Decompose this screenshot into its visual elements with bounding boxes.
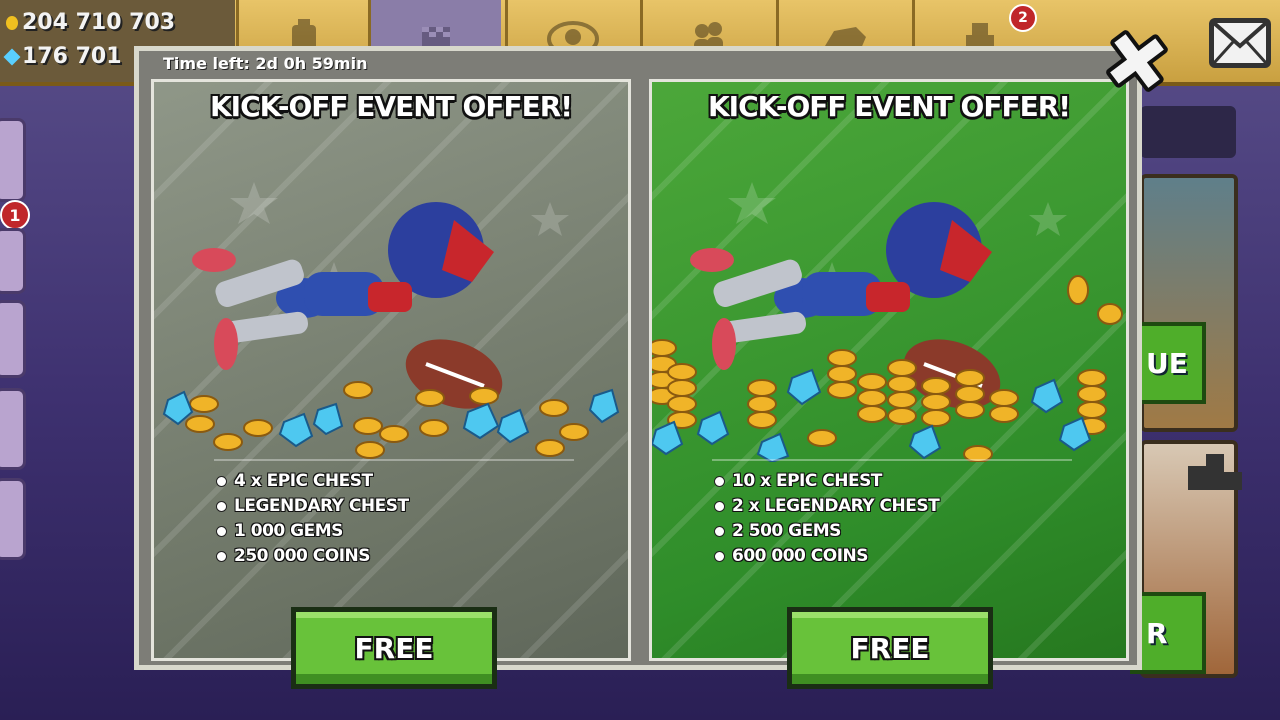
bullet-icon (714, 551, 725, 562)
bullet-icon (714, 476, 725, 487)
gem-counter: 176 701 (3, 44, 122, 69)
bullet-icon (216, 551, 227, 562)
reward-item: 4 x EPIC CHEST (216, 469, 409, 494)
reward-item: 250 000 COINS (216, 544, 409, 569)
reward-item: 1 000 GEMS (216, 519, 409, 544)
mail-icon (1209, 18, 1271, 68)
side-button-4[interactable] (0, 388, 26, 470)
coin-icon (6, 15, 18, 30)
reward-item: 2 x LEGENDARY CHEST (714, 494, 940, 519)
podium-icon (1188, 454, 1242, 490)
bullet-icon (216, 501, 227, 512)
side-button-2[interactable] (0, 228, 26, 294)
reward-item: LEGENDARY CHEST (216, 494, 409, 519)
side-notification-badge: 1 (0, 200, 30, 230)
football-player-illustration (162, 182, 620, 459)
reward-item: 2 500 GEMS (714, 519, 939, 544)
side-button-5[interactable] (0, 478, 26, 560)
coin-counter: 204 710 703 (6, 10, 175, 35)
reward-item: 600 000 COINS (714, 544, 939, 569)
gem-amount: 176 701 (22, 44, 122, 69)
bullet-icon (714, 526, 725, 537)
coin-amount: 204 710 703 (22, 10, 176, 35)
offer-modal: Time left: 2d 0h 59min KICK-OFF EVENT OF… (134, 46, 1142, 689)
reward-item: 10 x EPIC CHEST (714, 469, 939, 494)
football-player-illustration (652, 182, 1123, 462)
time-left-label: Time left: 2d 0h 59min (163, 54, 368, 73)
reward-list: 10 x EPIC CHEST 2 x LEGENDARY CHEST 2 50… (714, 469, 940, 569)
offer-card-premium: KICK-OFF EVENT OFFER! 10 x EPIC CHEST 2 … (649, 79, 1129, 661)
reward-list: 4 x EPIC CHEST LEGENDARY CHEST 1 000 GEM… (216, 469, 409, 569)
offer-title: KICK-OFF EVENT OFFER! (707, 90, 1071, 123)
background-label (1140, 106, 1236, 158)
bullet-icon (714, 501, 725, 512)
bullet-icon (216, 476, 227, 487)
gem-icon (3, 48, 21, 65)
offer-title: KICK-OFF EVENT OFFER! (209, 90, 573, 123)
close-icon (1106, 30, 1168, 92)
side-button-3[interactable] (0, 300, 26, 378)
claim-free-button-premium[interactable]: FREE (787, 607, 993, 689)
garage-notification-badge: 2 (1009, 4, 1037, 32)
offer-card-basic: KICK-OFF EVENT OFFER! 4 x EPIC CHEST LEG… (151, 79, 631, 661)
close-button[interactable] (1098, 22, 1176, 100)
claim-free-button-basic[interactable]: FREE (291, 607, 497, 689)
mail-button[interactable] (1205, 12, 1275, 74)
side-button-1[interactable] (0, 118, 26, 202)
bullet-icon (216, 526, 227, 537)
